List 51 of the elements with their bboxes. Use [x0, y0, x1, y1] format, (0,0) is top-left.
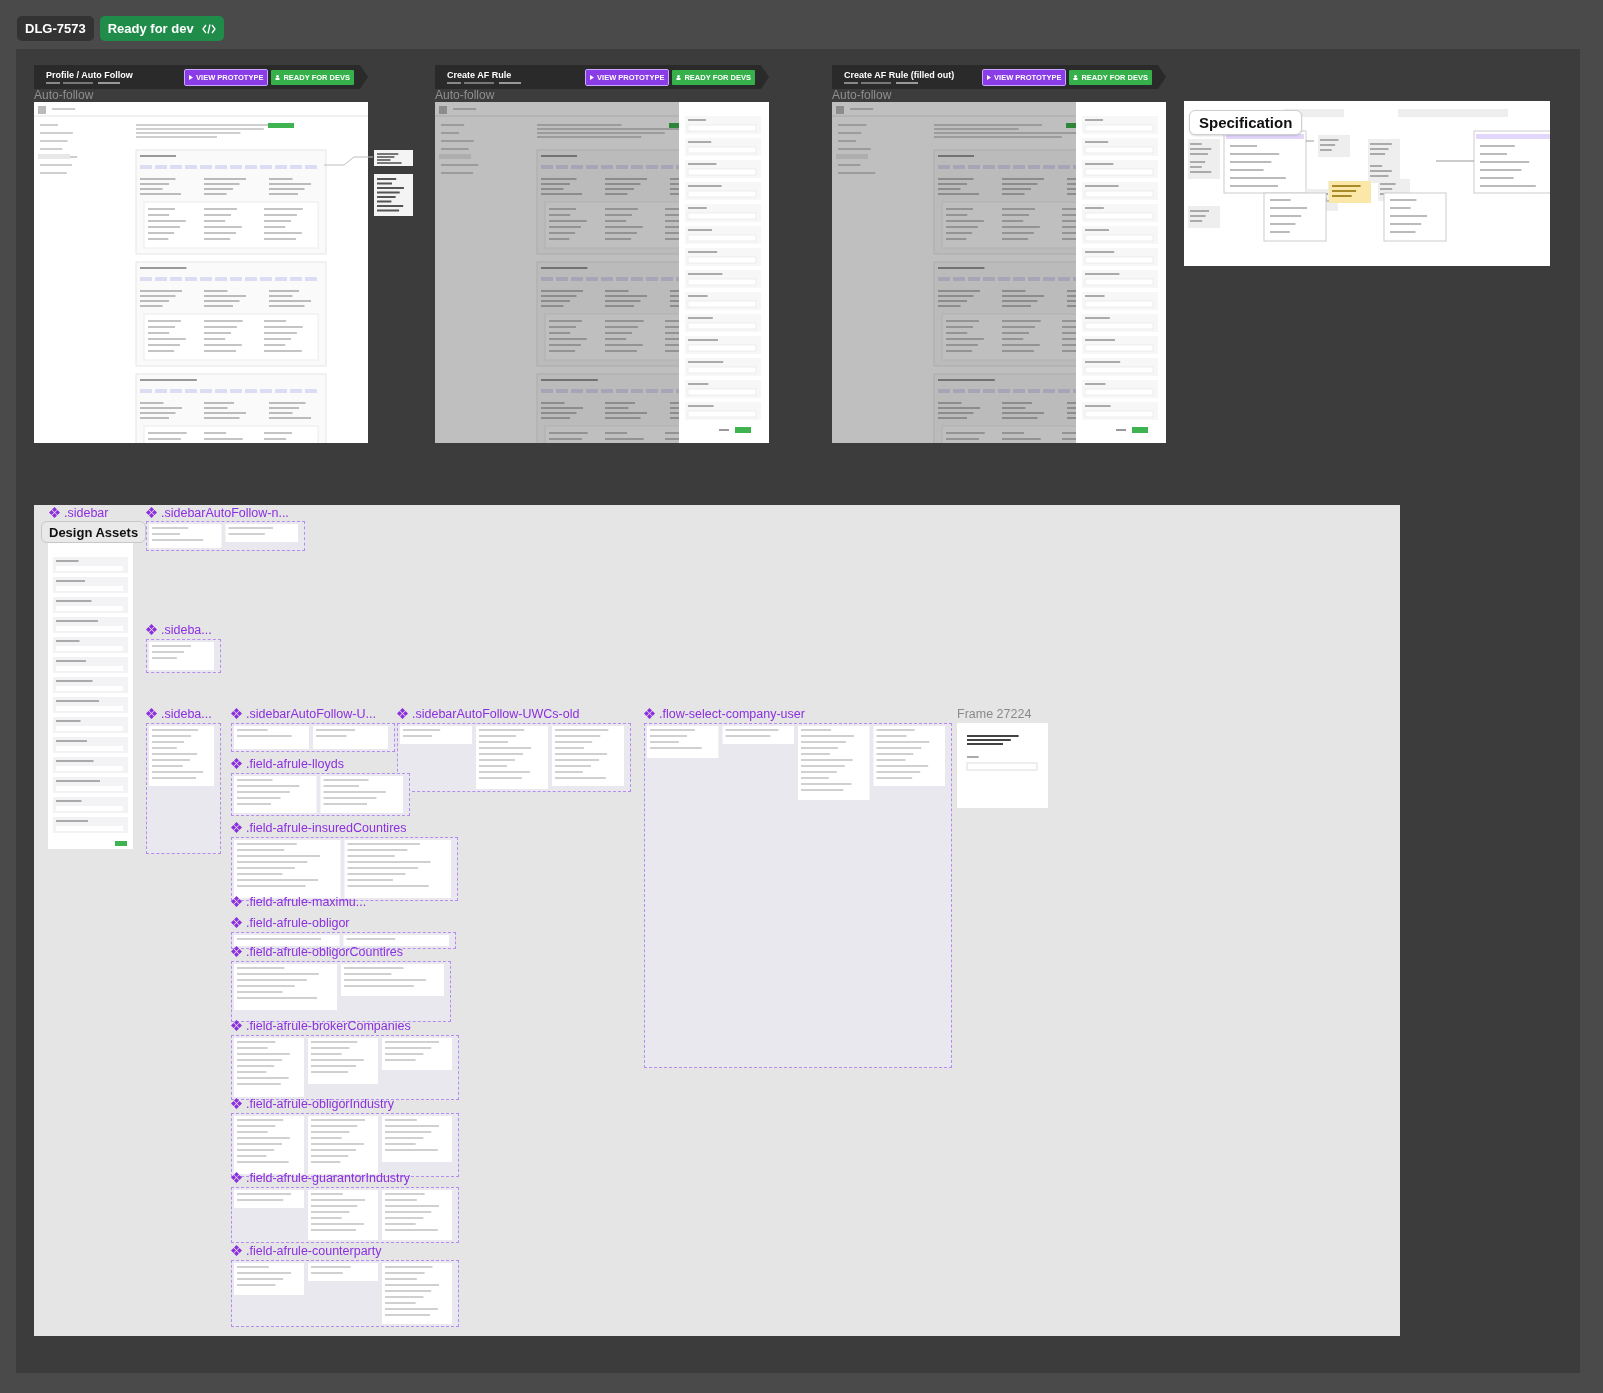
frame-title: Create AF Rule (filled out): [844, 69, 955, 81]
frame-title: Profile / Auto Follow: [46, 69, 133, 81]
section-title: Specification: [1189, 110, 1303, 135]
frame-label: Auto-follow: [435, 89, 496, 102]
component-icon: [231, 1098, 242, 1109]
play-icon: [987, 74, 992, 80]
component-icon: [231, 1245, 242, 1256]
frame-label: Auto-follow: [34, 89, 95, 102]
component-icon: [644, 708, 655, 719]
person-icon: [676, 74, 682, 80]
component-label: .sidebar: [64, 505, 109, 520]
component-label: .field-afrule-brokerCompanies: [246, 1018, 411, 1033]
component-icon: [231, 758, 242, 769]
frame-label: Auto-follow: [832, 89, 893, 102]
component-icon: [231, 896, 242, 907]
component-icon: [49, 507, 60, 518]
play-icon: [189, 74, 194, 80]
component-label: .field-afrule-obligorIndustry: [246, 1096, 394, 1111]
component-label: .field-afrule-obligorCountires: [246, 944, 404, 959]
component-icon: [231, 917, 242, 928]
component-icon: [231, 708, 242, 719]
status-chip[interactable]: Ready for dev: [99, 16, 224, 41]
component-icon: [231, 1172, 242, 1183]
connector-line: [324, 155, 373, 167]
frame-label: Frame 27224: [957, 706, 1032, 721]
component-icon: [146, 708, 157, 719]
component-icon: [231, 946, 242, 957]
component-icon: [397, 708, 408, 719]
component-label: .sidebarAutoFollow-n...: [161, 505, 289, 520]
component-label: .sidebarAutoFollow-U...: [246, 706, 376, 721]
component-label: .sidebarAutoFollow-UWCs-old: [412, 706, 580, 721]
person-icon: [1073, 74, 1079, 80]
component-label: .field-afrule-obligor: [246, 915, 350, 930]
component-icon: [146, 507, 157, 518]
component-icon: [231, 1020, 242, 1031]
component-label: .field-afrule-insuredCountires: [246, 820, 407, 835]
ticket-chip: DLG-7573: [17, 16, 94, 41]
component-label: .field-afrule-guarantorIndustry: [246, 1170, 410, 1185]
component-label: .field-afrule-lloyds: [246, 756, 344, 771]
frame-title: Create AF Rule: [447, 69, 513, 81]
component-label: .sideba...: [161, 622, 212, 637]
component-label: .field-afrule-maximu...: [246, 894, 367, 909]
component-icon: [146, 624, 157, 635]
component-label: .flow-select-company-user: [659, 706, 805, 721]
component-label: .sideba...: [161, 706, 212, 721]
person-icon: [275, 74, 281, 80]
component-icon: [231, 822, 242, 833]
code-icon: [201, 23, 216, 34]
play-icon: [590, 74, 595, 80]
component-label: .field-afrule-counterparty: [246, 1243, 382, 1258]
section-title: Design Assets: [41, 521, 147, 543]
